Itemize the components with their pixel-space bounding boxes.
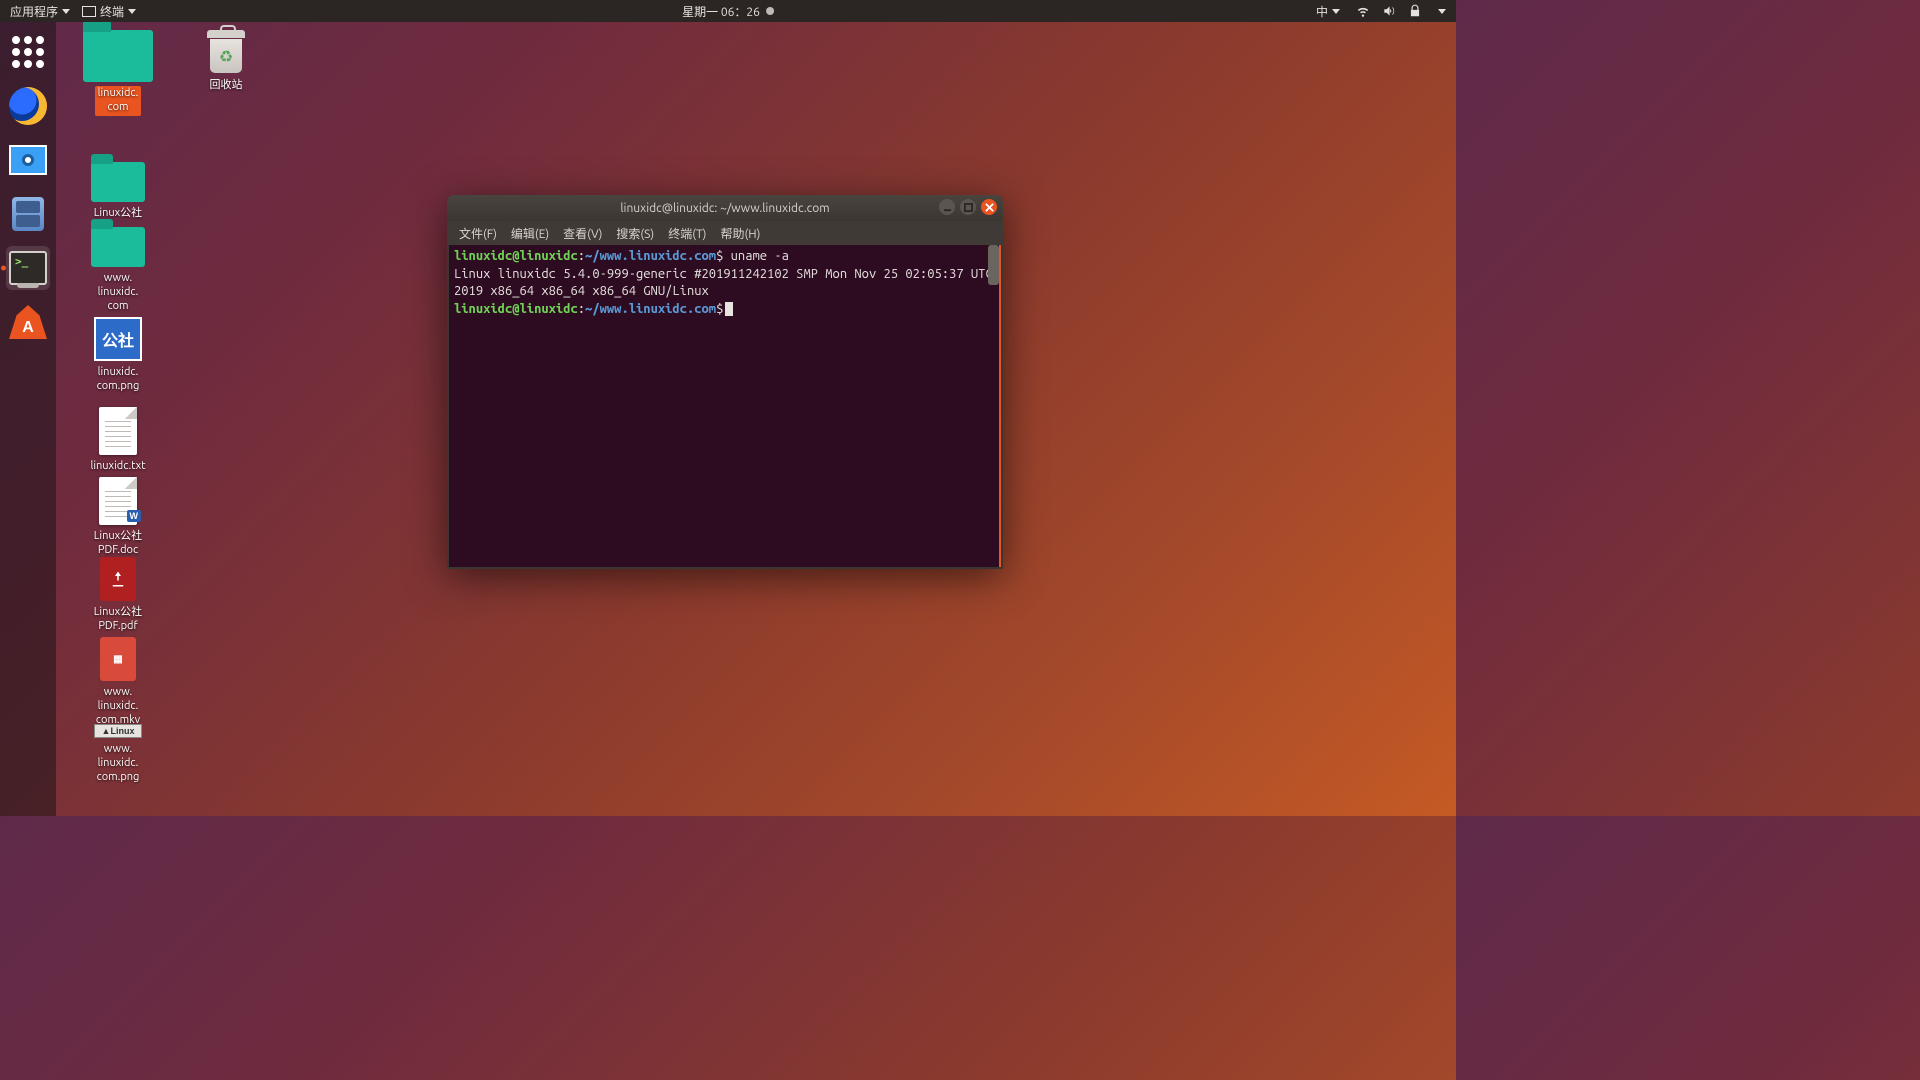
top-panel-left: 应用程序 终端 (6, 3, 140, 20)
desktop-icon-label: www. linuxidc. com (95, 271, 142, 314)
folder-icon (91, 227, 145, 267)
active-app-label: 终端 (100, 3, 124, 20)
pdf-file-icon (100, 557, 136, 601)
close-button[interactable] (981, 199, 997, 215)
menu-terminal[interactable]: 终端(T) (662, 223, 712, 244)
desktop-icon-folder-linuxidc[interactable]: linuxidc. com (68, 30, 168, 116)
ime-label: 中 (1316, 3, 1328, 20)
terminal-cmd: uname -a (723, 249, 789, 263)
minimize-button[interactable] (939, 199, 955, 215)
desktop-icon-label: linuxidc.txt (87, 459, 148, 475)
trash-icon: ♻ (207, 30, 245, 74)
wifi-icon[interactable] (1356, 4, 1370, 18)
image-thumb-icon: ▲Linux (94, 724, 142, 738)
desktop-icon-label: Linux公社 PDF.doc (91, 529, 145, 559)
chevron-down-icon (62, 9, 70, 14)
applications-label: 应用程序 (10, 3, 58, 20)
video-file-icon: ▦ (100, 637, 136, 681)
dock-software[interactable] (6, 300, 50, 344)
files-icon (12, 197, 44, 231)
desktop-icon-png2[interactable]: ▲Linux www. linuxidc. com.png (68, 724, 168, 785)
desktop-icon-label: Linux公社 PDF.pdf (91, 605, 145, 635)
dock (0, 22, 56, 816)
terminal-body[interactable]: linuxidc@linuxidc:~/www.linuxidc.com$ un… (449, 245, 1001, 567)
dock-files[interactable] (6, 192, 50, 236)
desktop-icon-mkv[interactable]: ▦ www. linuxidc. com.mkv (68, 637, 168, 728)
firefox-icon (9, 87, 47, 125)
menu-file[interactable]: 文件(F) (453, 223, 503, 244)
applications-menu[interactable]: 应用程序 (6, 3, 74, 20)
folder-icon (83, 30, 153, 82)
desktop[interactable]: ♻ 回收站 linuxidc. com Linux公社 www. linuxid… (56, 22, 1456, 816)
menu-search[interactable]: 搜索(S) (610, 223, 660, 244)
desktop-icon-label: www. linuxidc. com.png (94, 742, 143, 785)
terminal-icon (82, 6, 96, 17)
dock-terminal[interactable] (6, 246, 50, 290)
menu-help[interactable]: 帮助(H) (714, 223, 766, 244)
desktop-icon-trash[interactable]: ♻ 回收站 (176, 30, 276, 94)
top-panel: 应用程序 终端 星期一 06：26 中 (0, 0, 1456, 22)
clock-label: 星期一 06：26 (682, 3, 760, 20)
terminal-menubar: 文件(F) 编辑(E) 查看(V) 搜索(S) 终端(T) 帮助(H) (447, 221, 1003, 245)
image-thumb-icon: 公社 (94, 317, 142, 361)
prompt-sep: : (578, 302, 585, 316)
text-file-icon (99, 407, 137, 455)
dock-screenshot[interactable] (6, 138, 50, 182)
dock-apps-grid[interactable] (6, 30, 50, 74)
desktop-icon-folder-www[interactable]: www. linuxidc. com (68, 227, 168, 314)
menu-view[interactable]: 查看(V) (557, 223, 608, 244)
software-center-icon (9, 305, 47, 339)
input-method-indicator[interactable]: 中 (1312, 3, 1344, 20)
doc-file-icon: W (99, 477, 137, 525)
desktop-icon-doc[interactable]: W Linux公社 PDF.doc (68, 477, 168, 559)
apps-grid-icon (12, 36, 44, 68)
terminal-line: linuxidc@linuxidc:~/www.linuxidc.com$ (454, 301, 994, 319)
chevron-down-icon (1332, 9, 1340, 14)
desktop-icon-label: 回收站 (207, 78, 246, 94)
desktop-icon-text[interactable]: linuxidc.txt (68, 407, 168, 475)
prompt-user: linuxidc@linuxidc (454, 302, 578, 316)
window-controls (939, 199, 997, 215)
lock-icon[interactable] (1408, 4, 1422, 18)
menu-edit[interactable]: 编辑(E) (505, 223, 555, 244)
maximize-button[interactable] (960, 199, 976, 215)
desktop-icon-label: linuxidc. com (95, 86, 142, 116)
top-panel-right: 中 (1312, 3, 1450, 20)
desktop-icon-image-png[interactable]: 公社 linuxidc. com.png (68, 317, 168, 395)
prompt-sep: : (578, 249, 585, 263)
prompt-user: linuxidc@linuxidc (454, 249, 578, 263)
cursor-icon (725, 302, 733, 316)
terminal-window[interactable]: linuxidc@linuxidc: ~/www.linuxidc.com 文件… (447, 195, 1003, 569)
dock-firefox[interactable] (6, 84, 50, 128)
folder-icon (91, 162, 145, 202)
desktop-icon-folder-linuxgongshe[interactable]: Linux公社 (68, 162, 168, 222)
active-app-menu[interactable]: 终端 (78, 3, 140, 20)
desktop-icon-label: www. linuxidc. com.mkv (93, 685, 143, 728)
prompt-end: $ (716, 302, 723, 316)
system-menu[interactable] (1434, 9, 1450, 14)
desktop-icon-label: linuxidc. com.png (94, 365, 143, 395)
scrollbar-thumb[interactable] (988, 245, 999, 285)
screenshot-icon (9, 145, 47, 175)
window-titlebar[interactable]: linuxidc@linuxidc: ~/www.linuxidc.com (447, 195, 1003, 221)
prompt-path: ~/www.linuxidc.com (585, 249, 716, 263)
window-title: linuxidc@linuxidc: ~/www.linuxidc.com (620, 202, 829, 215)
terminal-output: Linux linuxidc 5.4.0-999-generic #201911… (454, 266, 994, 301)
prompt-path: ~/www.linuxidc.com (585, 302, 716, 316)
terminal-icon (9, 251, 47, 285)
running-indicator-icon (1, 266, 6, 271)
terminal-line: linuxidc@linuxidc:~/www.linuxidc.com$ un… (454, 248, 994, 266)
volume-icon[interactable] (1382, 4, 1396, 18)
desktop-icon-pdf[interactable]: Linux公社 PDF.pdf (68, 557, 168, 635)
clock-area[interactable]: 星期一 06：26 (682, 3, 774, 20)
chevron-down-icon (128, 9, 136, 14)
notification-dot-icon (766, 7, 774, 15)
chevron-down-icon (1438, 9, 1446, 14)
